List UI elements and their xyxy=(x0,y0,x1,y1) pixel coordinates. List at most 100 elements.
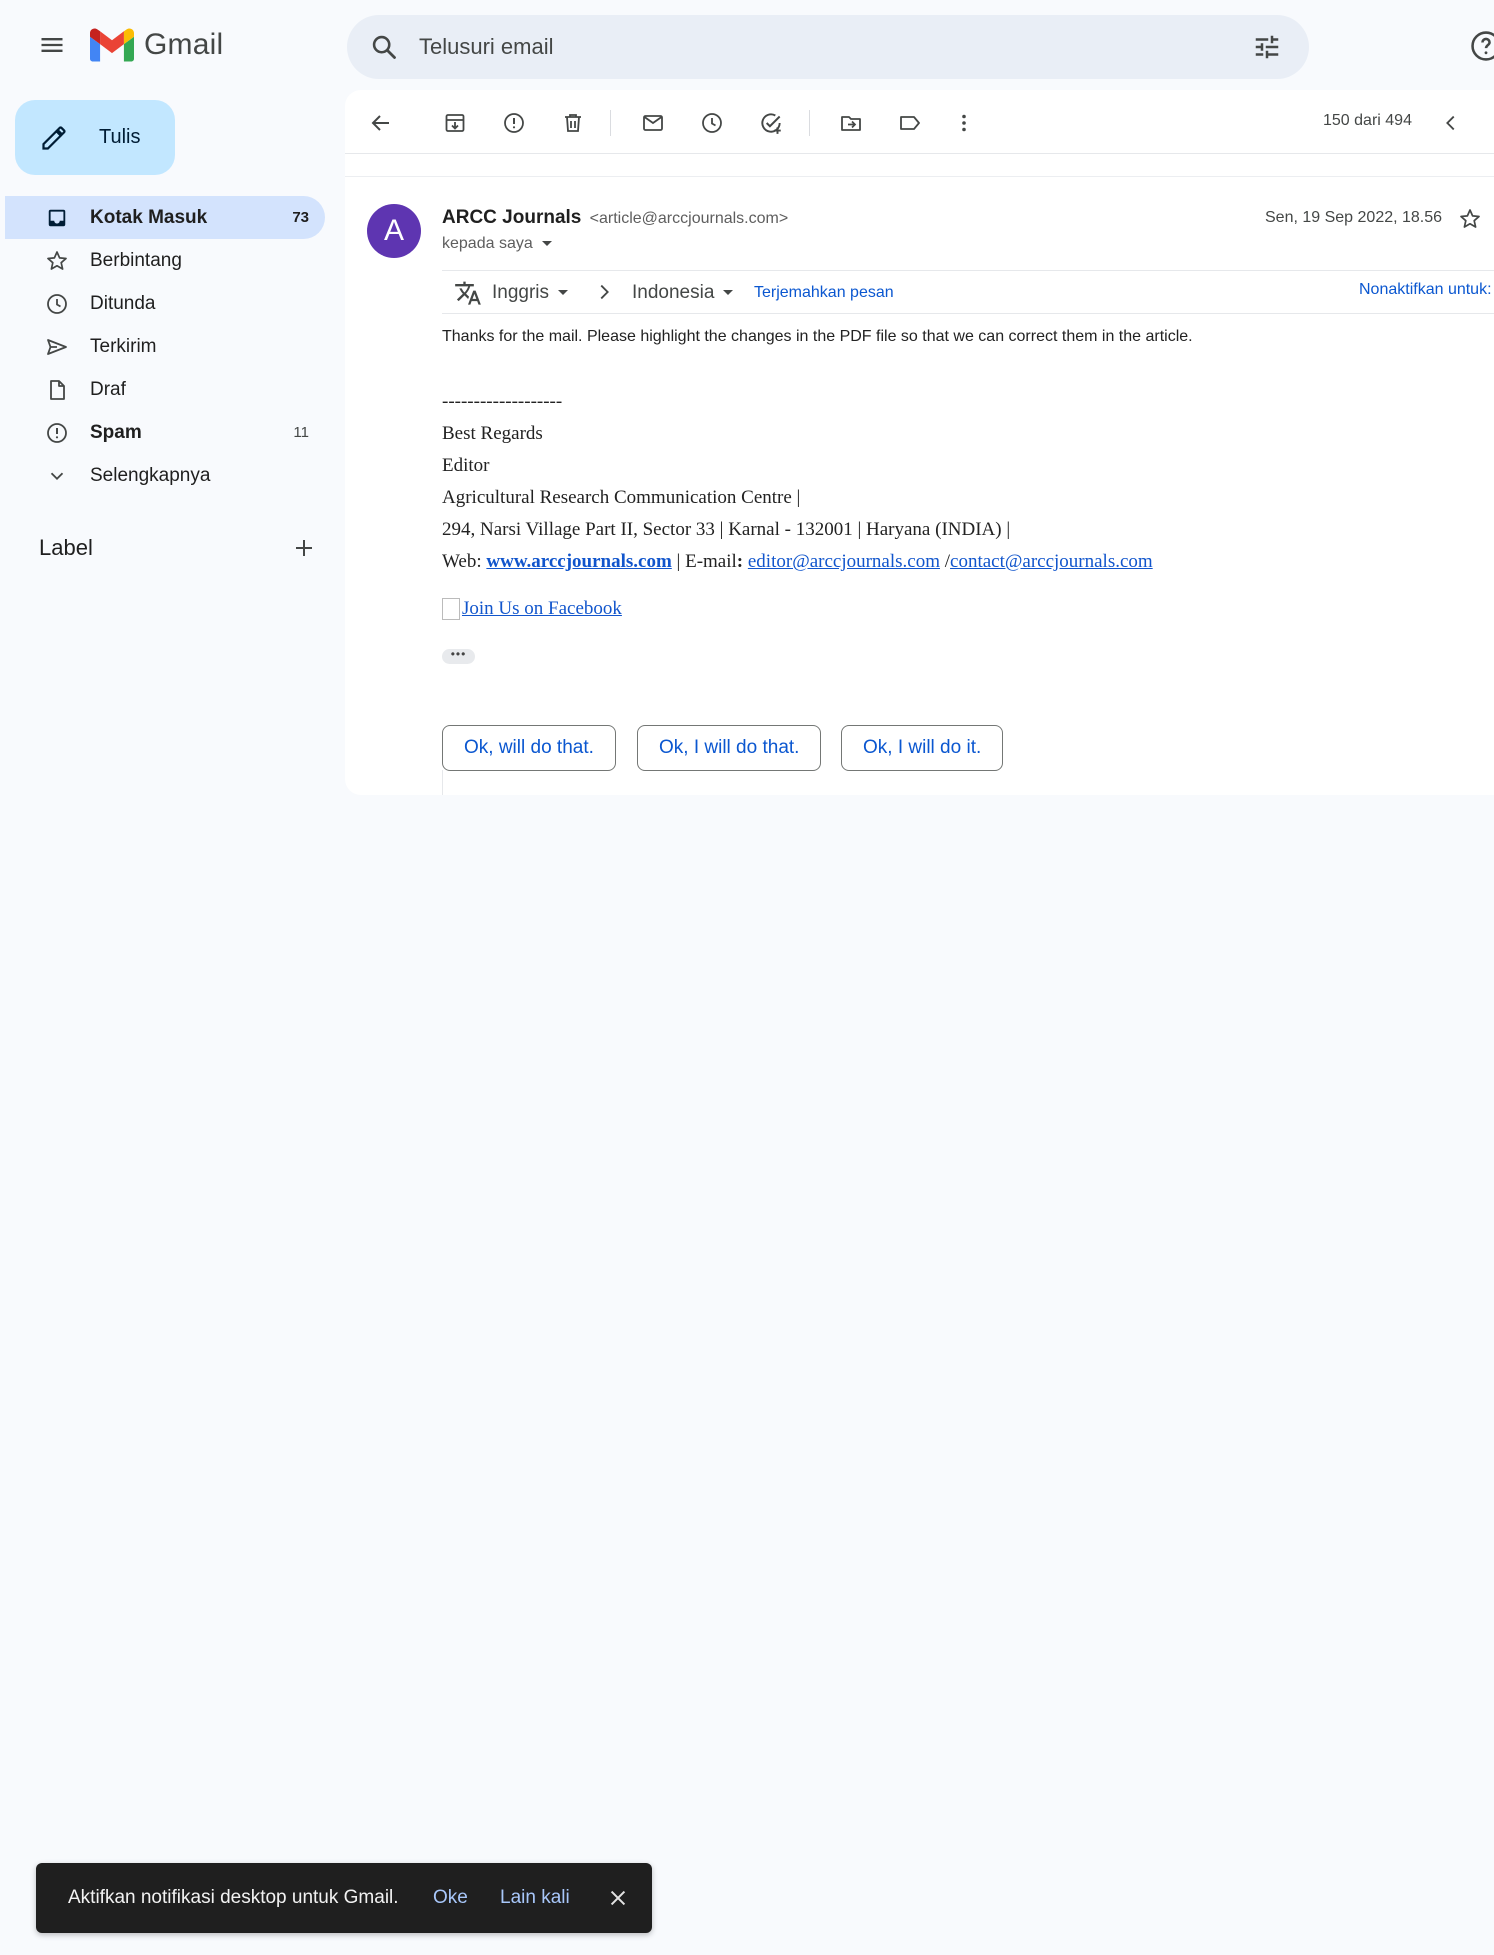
disable-translation-link[interactable]: Nonaktifkan untuk: Inggris xyxy=(1359,281,1494,299)
recipient-label: kepada saya xyxy=(442,235,533,252)
sidebar-item-snoozed[interactable]: Ditunda xyxy=(5,282,325,325)
spam-icon xyxy=(45,421,69,445)
message-panel: 150 dari 494 A ARCC Journals <article@ar… xyxy=(345,90,1494,795)
search-options-icon[interactable] xyxy=(1249,29,1285,65)
show-trimmed-content-button[interactable]: ••• xyxy=(442,648,475,664)
search-bar[interactable] xyxy=(347,15,1309,79)
email-label: | E-mail xyxy=(671,551,737,572)
inbox-icon xyxy=(45,206,69,230)
help-icon[interactable] xyxy=(1468,28,1494,64)
dismiss-later-button[interactable]: Lain kali xyxy=(500,1887,570,1909)
snackbar-message: Aktifkan notifikasi desktop untuk Gmail. xyxy=(68,1887,399,1908)
compose-button[interactable]: Tulis xyxy=(15,100,175,175)
move-to-icon[interactable] xyxy=(835,107,867,139)
toolbar-divider-line xyxy=(345,153,1494,154)
message-body-text: Thanks for the mail. Please highlight th… xyxy=(442,328,1193,345)
caret-down-icon xyxy=(557,289,569,297)
caret-down-icon xyxy=(722,289,734,297)
signature-separator: ------------------- xyxy=(442,391,563,412)
sidebar-item-label: Terkirim xyxy=(90,335,157,357)
sender-email: <article@arccjournals.com> xyxy=(589,210,789,227)
labels-section-header: Label xyxy=(39,533,319,563)
send-icon xyxy=(45,335,69,359)
facebook-image-link[interactable]: Join Us on Facebook xyxy=(442,598,622,620)
source-language-dropdown[interactable]: Inggris xyxy=(492,282,569,304)
close-icon[interactable] xyxy=(604,1884,632,1912)
smart-reply-button[interactable]: Ok, will do that. xyxy=(442,725,616,771)
mark-unread-icon[interactable] xyxy=(637,107,669,139)
enable-notifications-button[interactable]: Oke xyxy=(433,1887,468,1909)
sidebar-item-label: Draf xyxy=(90,378,126,400)
source-language-label: Inggris xyxy=(492,282,550,303)
avatar[interactable]: A xyxy=(367,204,421,258)
sidebar-item-spam[interactable]: Spam 11 xyxy=(5,411,325,454)
label-icon[interactable] xyxy=(894,107,926,139)
archive-icon[interactable] xyxy=(439,107,471,139)
snooze-icon[interactable] xyxy=(696,107,728,139)
labels-title: Label xyxy=(39,535,93,560)
message-toolbar: 150 dari 494 xyxy=(345,90,1494,154)
search-input[interactable] xyxy=(419,34,1249,60)
target-language-label: Indonesia xyxy=(632,282,715,303)
thread-divider xyxy=(442,770,443,795)
sidebar-item-more[interactable]: Selengkapnya xyxy=(5,454,325,497)
website-link[interactable]: www.arccjournals.com xyxy=(486,551,671,572)
signature-contact-line: Web: www.arccjournals.com | E-mail: edit… xyxy=(442,546,1153,578)
web-label: Web: xyxy=(442,551,487,572)
contact-email-link[interactable]: contact@arccjournals.com xyxy=(950,551,1153,572)
unread-count: 73 xyxy=(292,209,309,226)
sidebar-nav: Kotak Masuk 73 Berbintang Ditunda Terkir… xyxy=(0,196,330,497)
subject-divider-line xyxy=(345,176,1494,177)
sidebar-item-label: Berbintang xyxy=(90,249,182,271)
broken-image-icon xyxy=(442,598,460,620)
email-separator: / xyxy=(940,551,951,572)
toolbar-divider xyxy=(809,110,810,136)
email-signature: ------------------- Best Regards Editor … xyxy=(442,386,1153,578)
sidebar-item-drafts[interactable]: Draf xyxy=(5,368,325,411)
message-date: Sen, 19 Sep 2022, 18.56 xyxy=(1265,209,1443,226)
sender-line: ARCC Journals <article@arccjournals.com> xyxy=(442,207,788,229)
target-language-dropdown[interactable]: Indonesia xyxy=(632,282,734,304)
gmail-logo[interactable]: Gmail xyxy=(90,28,223,62)
star-toggle-icon[interactable] xyxy=(1457,206,1483,232)
more-vert-icon[interactable] xyxy=(948,107,980,139)
toolbar-divider xyxy=(610,110,611,136)
smart-reply-button[interactable]: Ok, I will do that. xyxy=(637,725,822,771)
chevron-down-icon xyxy=(45,464,69,488)
add-label-icon[interactable] xyxy=(289,533,319,563)
clock-icon xyxy=(45,292,69,316)
sidebar-item-starred[interactable]: Berbintang xyxy=(5,239,325,282)
delete-icon[interactable] xyxy=(557,107,589,139)
sidebar-item-label: Spam xyxy=(90,421,142,443)
search-icon[interactable] xyxy=(369,32,399,62)
add-task-icon[interactable] xyxy=(755,107,787,139)
facebook-link-text[interactable]: Join Us on Facebook xyxy=(462,598,622,620)
signature-line: Best Regards xyxy=(442,423,543,444)
caret-down-icon xyxy=(541,240,553,248)
report-spam-icon[interactable] xyxy=(498,107,530,139)
prev-chevron-icon[interactable] xyxy=(1435,107,1467,139)
translate-bar: Inggris Indonesia Terjemahkan pesan Nona… xyxy=(442,270,1494,314)
translate-icon xyxy=(454,279,482,307)
recipient-details-toggle[interactable]: kepada saya xyxy=(442,235,553,253)
sidebar-item-inbox[interactable]: Kotak Masuk 73 xyxy=(5,196,325,239)
star-icon xyxy=(45,249,69,273)
compose-label: Tulis xyxy=(99,126,141,148)
email-colon: : xyxy=(736,551,744,572)
gmail-m-logo-icon xyxy=(90,28,134,62)
pagination-count: 150 dari 494 xyxy=(1323,112,1412,129)
sender-name[interactable]: ARCC Journals xyxy=(442,207,581,228)
chevron-right-icon xyxy=(592,280,616,304)
translate-message-link[interactable]: Terjemahkan pesan xyxy=(754,284,894,302)
gmail-wordmark: Gmail xyxy=(144,28,224,61)
signature-line: Editor xyxy=(442,455,490,476)
main-menu-button[interactable] xyxy=(32,25,72,65)
editor-email-link[interactable]: editor@arccjournals.com xyxy=(748,551,940,572)
desktop-notification-snackbar: Aktifkan notifikasi desktop untuk Gmail.… xyxy=(36,1863,652,1933)
smart-reply-button[interactable]: Ok, I will do it. xyxy=(841,725,1004,771)
sidebar-item-sent[interactable]: Terkirim xyxy=(5,325,325,368)
back-arrow-icon[interactable] xyxy=(365,107,397,139)
signature-line: Agricultural Research Communication Cent… xyxy=(442,487,801,508)
pencil-icon xyxy=(39,123,69,153)
file-icon xyxy=(45,378,69,402)
